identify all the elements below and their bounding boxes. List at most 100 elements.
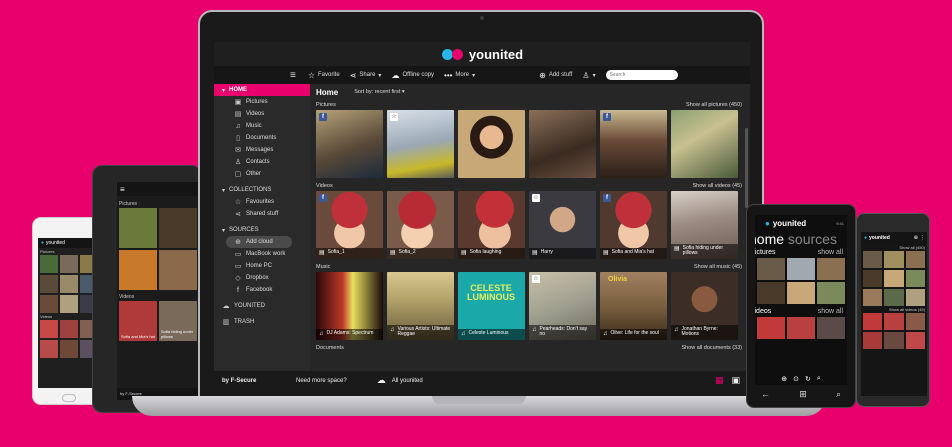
picture-tile[interactable]: f — [316, 110, 383, 178]
music-tile[interactable]: ♫ Various Artists: Ultimate Reggae — [387, 272, 454, 340]
show-all-videos-link[interactable]: Show all videos (45) — [692, 183, 742, 189]
thumb[interactable] — [817, 282, 845, 304]
add-cloud-button[interactable]: ⊕ Add cloud — [226, 236, 292, 248]
video-tile[interactable]: ▤ Sofia_2 — [387, 191, 454, 259]
all-younited-link[interactable]: All younited — [392, 378, 423, 384]
thumb[interactable] — [884, 251, 904, 268]
sidebar-item-facebook[interactable]: f Facebook — [214, 284, 310, 296]
thumb[interactable] — [817, 258, 845, 280]
thumb[interactable] — [884, 270, 904, 287]
thumb[interactable] — [787, 282, 815, 304]
thumb[interactable] — [817, 317, 845, 339]
thumb[interactable] — [40, 320, 58, 338]
search-icon[interactable]: ⌕ — [817, 375, 821, 383]
music-tile[interactable]: CELESTE LUMINOUS ♫ Celeste Luminous — [458, 272, 525, 340]
thumb[interactable] — [40, 255, 58, 273]
thumb[interactable] — [757, 258, 785, 280]
windows-show-all-link[interactable]: show all — [818, 249, 843, 256]
refresh-icon[interactable]: ↻ — [805, 375, 811, 383]
sidebar-item-videos[interactable]: ▤ Videos — [214, 108, 310, 120]
thumb[interactable] — [159, 208, 197, 248]
thumb[interactable] — [119, 250, 157, 290]
menu-icon[interactable]: ⋮ — [920, 235, 925, 241]
show-all-music-link[interactable]: Show all music (45) — [694, 264, 742, 270]
show-all-pictures-link[interactable]: Show all pictures (450) — [686, 102, 742, 108]
thumb[interactable] — [884, 289, 904, 306]
thumb[interactable] — [40, 340, 58, 358]
picture-tile[interactable] — [529, 110, 596, 178]
thumb[interactable] — [40, 275, 58, 293]
upload-icon[interactable]: ⊙ — [793, 375, 799, 383]
search-input[interactable] — [605, 70, 678, 80]
music-tile[interactable]: ♫ Jonathan Byrne: Motions — [671, 272, 738, 340]
thumb[interactable] — [787, 258, 815, 280]
scrollbar[interactable] — [745, 128, 748, 208]
sidebar-item-pictures[interactable]: ▣ Pictures — [214, 96, 310, 108]
sort-dropdown[interactable]: Sort by: recent first ▾ — [354, 89, 404, 95]
thumb[interactable] — [863, 251, 883, 268]
back-icon[interactable]: ← — [761, 389, 770, 401]
sidebar-item-shared-stuff[interactable]: ⋖ Shared stuff — [214, 208, 310, 220]
thumb[interactable] — [60, 275, 78, 293]
sidebar-item-music[interactable]: ♫ Music — [214, 120, 310, 132]
sidebar-item-collections[interactable]: ▾ COLLECTIONS — [214, 184, 310, 196]
picture-tile[interactable]: ☆ — [387, 110, 454, 178]
sidebar-item-sources[interactable]: ▾ SOURCES — [214, 224, 310, 236]
home-button[interactable] — [62, 394, 76, 402]
music-tile[interactable]: ♫ DJ Adams: Spectrum — [316, 272, 383, 340]
picture-tile[interactable] — [458, 110, 525, 178]
video-thumb[interactable]: Sofia and Mia's hat — [119, 301, 157, 341]
video-tile[interactable]: ☆ ▤ Harry — [529, 191, 596, 259]
thumb[interactable] — [905, 251, 925, 268]
thumb[interactable] — [863, 289, 883, 306]
windows-logo-icon[interactable]: ⊞ — [799, 389, 807, 401]
picture-tile[interactable] — [671, 110, 738, 178]
offline-copy-button[interactable]: ☁ Offline copy — [391, 71, 434, 80]
hamburger-icon[interactable]: ≡ — [290, 70, 296, 81]
show-all-documents-link[interactable]: Show all documents (33) — [681, 345, 742, 351]
tile-view-icon[interactable]: ▣ — [731, 375, 740, 386]
video-tile[interactable]: ▤ Sofia laughing — [458, 191, 525, 259]
add-icon[interactable]: ⊕ — [781, 375, 787, 383]
thumb[interactable] — [757, 317, 785, 339]
need-more-space-link[interactable]: Need more space? — [296, 378, 347, 384]
more-button[interactable]: ••• More ▾ — [444, 71, 475, 80]
thumb[interactable] — [159, 250, 197, 290]
sidebar-item-favourites[interactable]: ☆ Favourites — [214, 196, 310, 208]
thumb[interactable] — [905, 313, 925, 330]
sidebar-item-dropbox[interactable]: ◇ Dropbox — [214, 272, 310, 284]
windows-show-all-link[interactable]: show all — [818, 308, 843, 315]
thumb[interactable] — [60, 255, 78, 273]
video-tile[interactable]: ▤ Sofia hiding under pillows — [671, 191, 738, 259]
thumb[interactable] — [60, 340, 78, 358]
sidebar-item-macbook-work[interactable]: ▭ MacBook work — [214, 248, 310, 260]
sidebar-item-home[interactable]: ▾ HOME — [214, 84, 310, 96]
thumb[interactable] — [40, 295, 58, 313]
user-menu-button[interactable]: ♙ ▾ — [582, 71, 595, 80]
thumb[interactable] — [905, 289, 925, 306]
picture-tile[interactable]: f — [600, 110, 667, 178]
add-stuff-button[interactable]: ⊕ Add stuff — [539, 71, 572, 80]
grid-view-icon[interactable]: ▦ — [715, 375, 724, 386]
sidebar-item-home-pc[interactable]: ▭ Home PC — [214, 260, 310, 272]
thumb[interactable] — [884, 313, 904, 330]
android-show-all-pictures[interactable]: Show all (450) — [861, 244, 927, 251]
favorite-button[interactable]: ☆ Favorite — [308, 71, 340, 80]
thumb[interactable] — [884, 332, 904, 349]
search-icon[interactable]: ⌕ — [836, 389, 841, 401]
thumb[interactable] — [119, 208, 157, 248]
sidebar-item-other[interactable]: ▢ Other — [214, 168, 310, 180]
pivot-home[interactable]: home — [755, 231, 784, 247]
share-button[interactable]: ⋖ Share ▾ — [350, 71, 382, 80]
thumb[interactable] — [905, 332, 925, 349]
thumb[interactable] — [787, 317, 815, 339]
music-tile[interactable]: ☆ ♫ Pearheads: Don't say no — [529, 272, 596, 340]
video-thumb[interactable]: Sofia hiding under pillows — [159, 301, 197, 341]
video-tile[interactable]: f ▤ Sofia_1 — [316, 191, 383, 259]
thumb[interactable] — [757, 282, 785, 304]
video-tile[interactable]: f ▤ Sofia and Mia's hat — [600, 191, 667, 259]
thumb[interactable] — [863, 313, 883, 330]
thumb[interactable] — [60, 320, 78, 338]
sidebar-item-messages[interactable]: ✉ Messages — [214, 144, 310, 156]
thumb[interactable] — [905, 270, 925, 287]
